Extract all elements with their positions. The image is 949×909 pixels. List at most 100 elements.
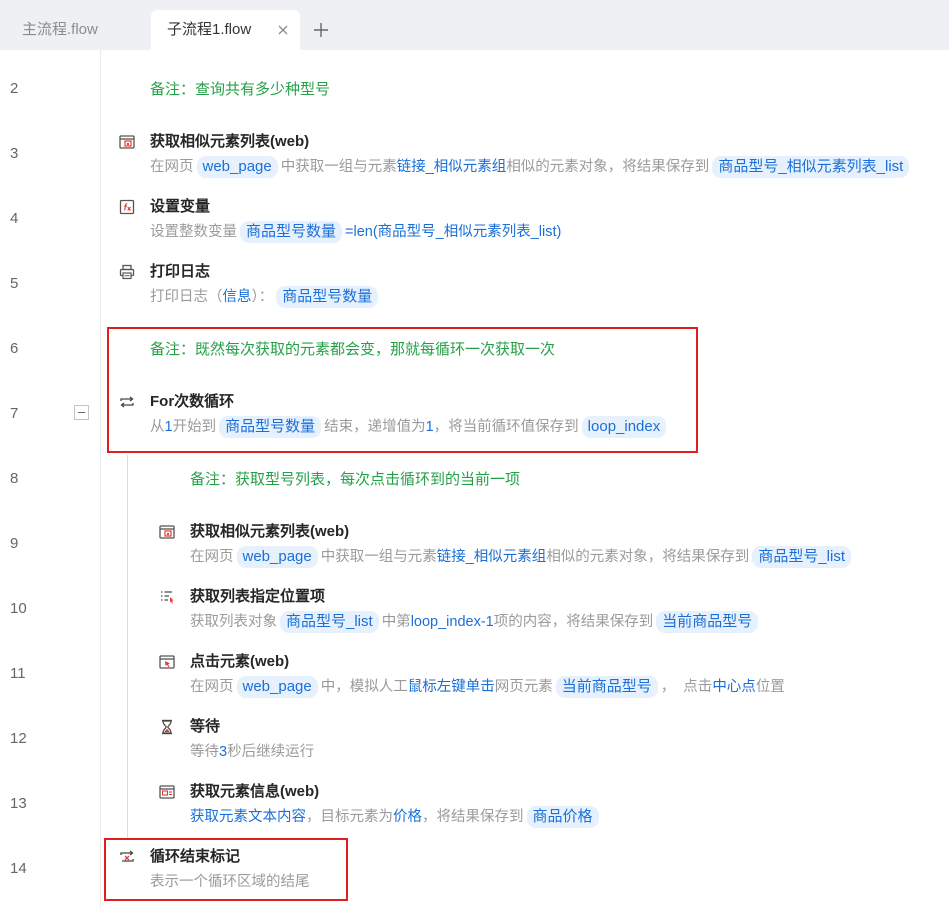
param-value: 3 bbox=[219, 744, 228, 760]
step-title: 循环结束标记 bbox=[150, 848, 241, 865]
param-value: 链接_相似元素组 bbox=[436, 549, 547, 565]
param-value: =len(商品型号_相似元素列表_list) bbox=[345, 224, 562, 240]
variable-tag: 当前商品型号 bbox=[656, 611, 759, 633]
param-value: 信息 bbox=[222, 289, 252, 305]
step-description: 获取元素文本内容，目标元素为价格，将结果保存到 商品价格 bbox=[190, 805, 602, 829]
step-description: 从1开始到 商品型号数量 结束，递增值为1，将当前循环值保存到 loop_index bbox=[150, 415, 669, 439]
step-row[interactable]: 3 获取相似元素列表(web) 在网页 web_page 中获取一组与元素链接_相似元素… bbox=[0, 121, 949, 186]
desc-text: ，将当前循环值保存到 bbox=[433, 419, 579, 435]
desc-text: 在网页 bbox=[150, 159, 194, 175]
desc-text: 开始到 bbox=[172, 419, 217, 435]
line-number: 10 bbox=[10, 600, 27, 617]
desc-text: 设置整数变量 bbox=[150, 224, 237, 240]
browser-elements-icon bbox=[119, 134, 135, 150]
comment-row[interactable]: 8 备注：获取型号列表，每次点击循环到的当前一项 bbox=[0, 446, 949, 511]
browser-elements-icon bbox=[159, 524, 175, 540]
variable-tag: 当前商品型号 bbox=[555, 676, 658, 698]
variable-tag: web_page bbox=[196, 156, 278, 178]
collapse-toggle[interactable] bbox=[74, 405, 89, 420]
variable-tag: 商品型号数量 bbox=[219, 416, 322, 438]
step-row[interactable]: 12 等待 等待3秒后继续运行 bbox=[0, 706, 949, 771]
variable-tag: loop_index bbox=[581, 416, 667, 438]
desc-text: 表示一个循环区域的结尾 bbox=[150, 874, 310, 890]
variable-tag: web_page bbox=[236, 546, 318, 568]
variable-tag: 商品型号_list bbox=[280, 611, 379, 633]
add-tab-icon[interactable] bbox=[313, 22, 329, 38]
step-title: 打印日志 bbox=[150, 263, 211, 280]
printer-icon bbox=[119, 264, 135, 280]
param-value: 链接_相似元素组 bbox=[396, 159, 507, 175]
line-number: 3 bbox=[10, 145, 19, 162]
step-title: 获取相似元素列表(web) bbox=[150, 133, 310, 150]
param-value: 鼠标左键单击 bbox=[407, 679, 495, 695]
desc-text: 秒后继续运行 bbox=[227, 744, 315, 760]
line-number: 4 bbox=[10, 210, 19, 227]
close-icon[interactable] bbox=[277, 24, 289, 36]
step-row[interactable]: 10 获取列表指定位置项 获取列表对象 商品型号_list 中第loop_index-1… bbox=[0, 576, 949, 641]
step-description: 设置整数变量 商品型号数量 =len(商品型号_相似元素列表_list) bbox=[150, 220, 561, 244]
step-title: For次数循环 bbox=[150, 393, 235, 410]
step-title: 获取相似元素列表(web) bbox=[190, 523, 350, 540]
tab-main-flow[interactable]: 主流程.flow bbox=[0, 10, 150, 50]
desc-text: 中获取一组与元素 bbox=[280, 159, 397, 175]
step-description: 等待3秒后继续运行 bbox=[190, 740, 314, 764]
desc-text: ）： bbox=[251, 289, 274, 305]
desc-text: 相似的元素对象，将结果保存到 bbox=[506, 159, 710, 175]
step-description: 在网页 web_page 中获取一组与元素链接_相似元素组相似的元素对象，将结果保存… bbox=[150, 155, 912, 179]
step-row[interactable]: 4 设置变量设置整数变量 商品型号数量 =len(商品型号_相似元素列表_list) bbox=[0, 186, 949, 251]
comment-row[interactable]: 6 备注：既然每次获取的元素都会变，那就每循环一次获取一次 bbox=[0, 316, 949, 381]
element-info-icon bbox=[159, 784, 175, 800]
step-row[interactable]: 13 获取元素信息(web) 获取元素文本内容，目标元素为价格，将结果保存到 商品价格 bbox=[0, 771, 949, 836]
step-title: 获取列表指定位置项 bbox=[190, 588, 326, 605]
step-description: 打印日志（信息）： 商品型号数量 bbox=[150, 285, 381, 309]
step-row[interactable]: 14 循环结束标记 表示一个循环区域的结尾 bbox=[0, 836, 949, 901]
desc-text: 位置 bbox=[755, 679, 785, 695]
line-number: 11 bbox=[10, 665, 26, 682]
step-description: 表示一个循环区域的结尾 bbox=[150, 870, 310, 894]
step-title: 设置变量 bbox=[150, 198, 211, 215]
flow-editor: 2 备注：查询共有多少种型号 3 获取相似元素列表(web) 在网页 web_page 中获… bbox=[0, 56, 949, 906]
hourglass-icon bbox=[159, 719, 175, 735]
variable-tag: 商品价格 bbox=[526, 806, 599, 828]
tab-label: 主流程.flow bbox=[22, 21, 98, 38]
loop-icon bbox=[119, 394, 135, 410]
step-list: 2 备注：查询共有多少种型号 3 获取相似元素列表(web) 在网页 web_page 中获… bbox=[0, 56, 949, 901]
tab-subflow-1[interactable]: 子流程1.flow bbox=[151, 10, 300, 50]
param-value: loop_index-1 bbox=[410, 614, 494, 630]
desc-text: 结束，递增值为 bbox=[324, 419, 426, 435]
step-row[interactable]: 7 For次数循环 从1开始到 商品型号数量 结束，递增值为1，将当前循环值保存到 loo… bbox=[0, 381, 949, 446]
desc-text: 打印日志（ bbox=[150, 289, 223, 305]
tab-label: 子流程1.flow bbox=[167, 21, 252, 38]
desc-text: 获取列表对象 bbox=[190, 614, 277, 630]
step-row[interactable]: 5 打印日志打印日志（信息）： 商品型号数量 bbox=[0, 251, 949, 316]
desc-text: ， 点击 bbox=[660, 679, 713, 695]
line-number: 7 bbox=[10, 405, 19, 422]
param-value: 1 bbox=[425, 419, 434, 435]
step-row[interactable]: 11 点击元素(web) 在网页 web_page 中，模拟人工鼠标左键单击网页元素 当前… bbox=[0, 641, 949, 706]
line-number: 13 bbox=[10, 795, 27, 812]
desc-text: 网页元素 bbox=[494, 679, 553, 695]
variable-tag: web_page bbox=[236, 676, 318, 698]
line-number: 2 bbox=[10, 80, 19, 97]
step-title: 获取元素信息(web) bbox=[190, 783, 320, 800]
desc-text: ，目标元素为 bbox=[306, 809, 393, 825]
tab-bar: 主流程.flow 子流程1.flow bbox=[0, 0, 949, 50]
desc-text: ，将结果保存到 bbox=[422, 809, 524, 825]
line-number: 12 bbox=[10, 730, 27, 747]
step-title: 等待 bbox=[190, 718, 221, 735]
desc-text: 等待 bbox=[190, 744, 219, 760]
variable-tag: 商品型号数量 bbox=[240, 221, 343, 243]
desc-text: 从 bbox=[150, 419, 165, 435]
click-element-icon bbox=[159, 654, 175, 670]
param-value: 1 bbox=[164, 419, 173, 435]
step-title: 点击元素(web) bbox=[190, 653, 290, 670]
variable-tag: 商品型号_相似元素列表_list bbox=[712, 156, 910, 178]
step-description: 在网页 web_page 中，模拟人工鼠标左键单击网页元素 当前商品型号， 点击中心点… bbox=[190, 675, 785, 699]
comment-row[interactable]: 2 备注：查询共有多少种型号 bbox=[0, 56, 949, 121]
line-number: 5 bbox=[10, 275, 19, 292]
comment-text: 备注：查询共有多少种型号 bbox=[150, 81, 331, 98]
desc-text: 中，模拟人工 bbox=[320, 679, 408, 695]
variable-tag: 商品型号_list bbox=[752, 546, 851, 568]
step-row[interactable]: 9 获取相似元素列表(web) 在网页 web_page 中获取一组与元素链接_相似元素… bbox=[0, 511, 949, 576]
line-number: 8 bbox=[10, 470, 19, 487]
